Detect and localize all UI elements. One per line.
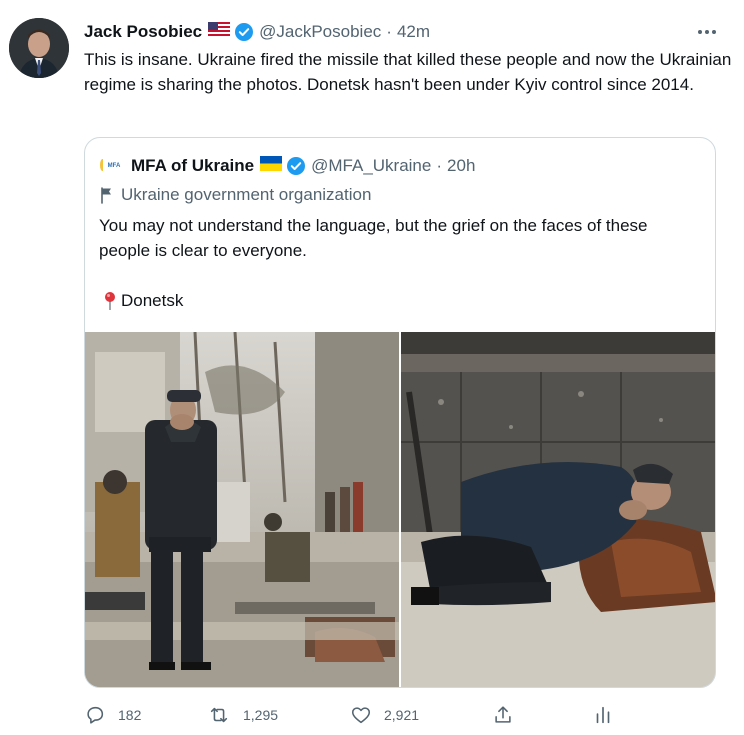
share-button[interactable] [492, 700, 526, 730]
government-label: Ukraine government organization [99, 183, 371, 207]
round-pushpin-icon [103, 291, 117, 311]
us-flag-icon [208, 22, 231, 42]
analytics-button[interactable] [592, 700, 626, 730]
tweet-text: This is insane. Ukraine fired the missil… [84, 50, 732, 94]
quoted-avatar-text: MFA [107, 163, 121, 169]
more-horizontal-icon[interactable] [694, 20, 720, 44]
quoted-tweet-text: You may not understand the language, but… [99, 216, 648, 260]
reply-icon [87, 706, 104, 724]
like-count: 2,921 [384, 707, 420, 723]
quoted-author-handle: @MFA_Ukraine [311, 156, 432, 175]
like-button[interactable]: 2,921 [350, 700, 419, 730]
photo-man-lying-on-body[interactable] [401, 332, 715, 687]
heart-icon [351, 707, 371, 724]
author-name[interactable]: Jack Posobiec [84, 22, 202, 42]
tweet: Jack Posobiec @JackPosobiec · 42m This i… [0, 0, 744, 735]
reply-button[interactable]: 182 [84, 700, 141, 730]
quoted-author-avatar: MFA [99, 154, 123, 178]
share-icon [495, 706, 511, 723]
quoted-tweet-header: MFA MFA of Ukraine @MFA_Ukraine · 20h [99, 154, 705, 178]
ukraine-flag-icon [260, 156, 283, 176]
author-handle[interactable]: @JackPosobiec [259, 22, 381, 42]
author-avatar[interactable] [9, 18, 69, 78]
flag-icon [99, 186, 115, 204]
mfa-logo-mark [100, 159, 105, 171]
separator-dot: · [436, 156, 443, 175]
government-label-text: Ukraine government organization [121, 185, 372, 204]
verified-badge-icon [286, 156, 306, 176]
photo-grieving-man-street[interactable] [85, 332, 399, 687]
quoted-author-name: MFA of Ukraine [131, 156, 255, 175]
tweet-actions: 182 1,295 2,921 [84, 700, 644, 730]
tweet-header: Jack Posobiec @JackPosobiec · 42m [84, 20, 724, 44]
verified-badge-icon [234, 22, 254, 42]
quoted-tweet-time: 20h [447, 156, 476, 175]
analytics-icon [596, 706, 610, 724]
reply-count: 182 [118, 707, 142, 723]
quoted-tweet[interactable]: MFA MFA of Ukraine @MFA_Ukraine · 20h Uk… [84, 137, 716, 688]
tweet-time[interactable]: 42m [397, 22, 430, 42]
separator-dot: · [386, 22, 392, 41]
retweet-count: 1,295 [243, 707, 279, 723]
retweet-icon [210, 707, 228, 723]
retweet-button[interactable]: 1,295 [207, 700, 278, 730]
location-line: Donetsk [103, 288, 183, 313]
location-text: Donetsk [121, 290, 184, 310]
